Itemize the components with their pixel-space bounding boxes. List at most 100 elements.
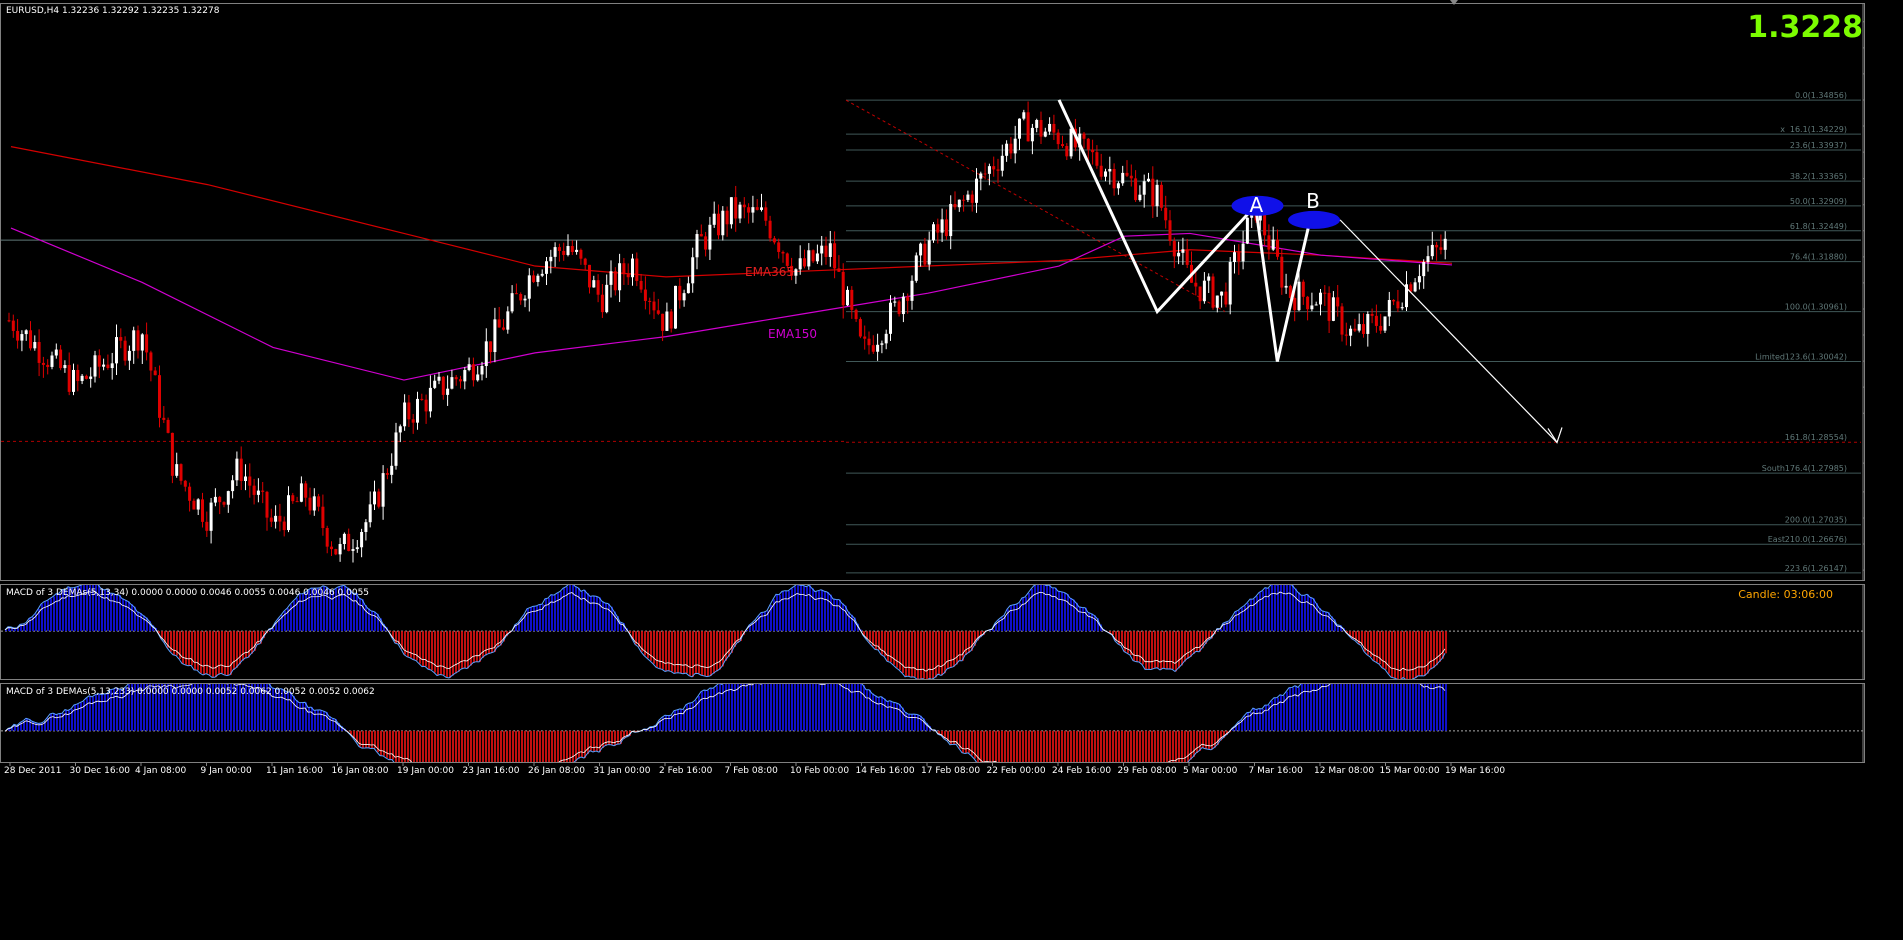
macd-bar (1322, 675, 1324, 731)
macd-bar (1049, 730, 1051, 788)
candle-body (132, 330, 136, 351)
candle-body (1314, 304, 1318, 306)
macd-bar (536, 730, 538, 779)
x-tick-label: 19 Jan 00:00 (397, 766, 454, 775)
macd-bar (1214, 730, 1216, 748)
candle-body (1224, 291, 1228, 305)
candle-body (11, 320, 15, 331)
macd-bar (422, 631, 424, 667)
macd-bar (692, 631, 694, 677)
macd-bar (710, 687, 712, 731)
macd-bar (533, 730, 535, 778)
candle-body (570, 246, 574, 252)
macd-bar (1433, 631, 1435, 668)
macd-bar (218, 631, 220, 675)
macd-bar (962, 631, 964, 661)
macd-bar (290, 691, 292, 731)
macd-bar (905, 711, 907, 731)
macd-bar (908, 631, 910, 677)
macd-bar (1058, 591, 1060, 632)
candle-body (37, 342, 41, 363)
candle-body (183, 480, 187, 487)
candle-body (403, 402, 407, 427)
candle-body (1052, 123, 1056, 133)
candle-body (424, 399, 428, 412)
macd-bar (389, 730, 391, 760)
macd-bar (527, 730, 529, 781)
main-price-panel[interactable]: 1.362991.358191.353391.348591.343791.338… (0, 3, 1903, 581)
macd-bar (512, 730, 514, 788)
macd-bar (1289, 583, 1291, 632)
candle-body (1443, 238, 1447, 250)
macd-bar (1037, 584, 1039, 632)
candle-body (110, 363, 114, 369)
candle-body (506, 311, 510, 330)
macd-bar (1319, 678, 1321, 731)
candle-body (390, 465, 394, 475)
candle-body (381, 473, 385, 507)
candle-body (1181, 249, 1185, 253)
candle-body (1069, 128, 1073, 157)
fib-level-label: 210.0(1.26676) (1785, 535, 1847, 544)
macd-bar (1277, 584, 1279, 632)
ema365-label: EMA365 (745, 265, 794, 279)
candle-body (592, 280, 596, 288)
candle-body (932, 224, 935, 241)
candle-body (828, 243, 832, 257)
macd-panel-1[interactable]: 0.0140.00-0.0139 (0, 580, 1903, 683)
macd-bar (1067, 594, 1069, 632)
macd-bar (587, 593, 589, 632)
candle-body (1129, 175, 1133, 179)
macd-bar (674, 631, 676, 674)
candle-body (1018, 118, 1021, 139)
macd-bar (932, 631, 934, 680)
macd-bar (59, 713, 61, 731)
macd-bar (551, 730, 553, 774)
macd-bar (491, 730, 493, 796)
macd-bar (719, 683, 721, 731)
macd-bar (485, 631, 487, 656)
macd-1-chart: 0.0140.00-0.0139 (1, 580, 1903, 683)
macd-bar (1166, 730, 1168, 773)
candle-body (1297, 281, 1301, 311)
macd-bar (548, 730, 550, 773)
macd-bar (458, 631, 460, 672)
macd-bar (302, 702, 304, 731)
macd-bar (365, 730, 367, 748)
macd-bar (1097, 730, 1099, 794)
macd-bar (1406, 667, 1408, 731)
macd-bar (1412, 667, 1414, 731)
macd-bar (911, 631, 913, 678)
candle-body (923, 243, 927, 265)
macd-bar (1394, 664, 1396, 731)
candle-body (1202, 280, 1206, 302)
x-tick-label: 14 Feb 16:00 (856, 766, 915, 775)
macd-bar (953, 631, 955, 667)
macd-bar (782, 591, 784, 632)
macd-bar (1364, 667, 1366, 731)
macd-bar (1298, 592, 1300, 632)
macd-bar (965, 730, 967, 754)
candle-body (523, 298, 527, 301)
macd-bar (1088, 612, 1090, 632)
macd-bar (1082, 607, 1084, 632)
macd-bar (1436, 676, 1438, 731)
macd-bar (833, 598, 835, 632)
candle-body (751, 207, 755, 213)
candle-body (63, 365, 67, 369)
macd-bar (1391, 631, 1393, 678)
scroll-arrow-icon[interactable] (1450, 0, 1458, 5)
macd-bar (950, 631, 952, 668)
macd-bar (905, 631, 907, 677)
candle-body (919, 243, 923, 256)
candle-body (201, 499, 204, 522)
candle-body (1237, 252, 1241, 262)
candle-body (416, 398, 419, 423)
macd-bar (1403, 631, 1405, 678)
macd-bar (1301, 595, 1303, 632)
macd-bar (1382, 631, 1384, 668)
candle-body (368, 504, 372, 523)
macd-bar (518, 730, 520, 789)
candle-body (407, 402, 411, 420)
macd-bar (1433, 678, 1435, 731)
